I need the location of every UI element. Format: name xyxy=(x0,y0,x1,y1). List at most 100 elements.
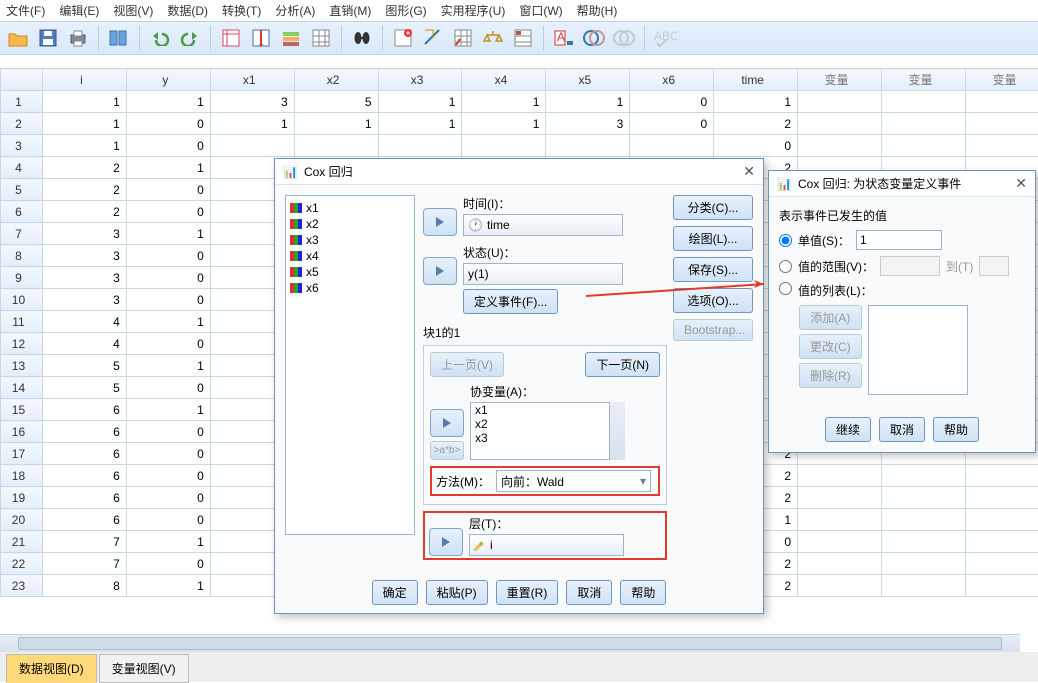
data-cell[interactable]: 5 xyxy=(42,377,126,399)
data-cell[interactable]: 1 xyxy=(42,91,126,113)
data-cell[interactable] xyxy=(294,135,378,157)
data-cell[interactable]: 0 xyxy=(630,91,714,113)
data-cell[interactable]: 3 xyxy=(42,289,126,311)
data-cell[interactable] xyxy=(798,531,882,553)
value-labels-icon[interactable] xyxy=(511,26,535,50)
sets-off-icon[interactable] xyxy=(612,26,636,50)
menu-utilities[interactable]: 实用程序(U) xyxy=(441,2,506,19)
row-header[interactable]: 6 xyxy=(1,201,43,223)
data-cell[interactable]: 1 xyxy=(42,135,126,157)
column-header[interactable]: y xyxy=(126,69,210,91)
data-cell[interactable]: 6 xyxy=(42,443,126,465)
variable-item[interactable]: x5 xyxy=(290,264,410,280)
data-cell[interactable]: 4 xyxy=(42,311,126,333)
column-header[interactable]: 变量 xyxy=(965,69,1038,91)
column-header[interactable]: time xyxy=(714,69,798,91)
data-cell[interactable]: 4 xyxy=(42,333,126,355)
status-field[interactable]: y(1) xyxy=(463,263,623,285)
ok-button[interactable]: 确定 xyxy=(372,580,418,605)
data-cell[interactable]: 1 xyxy=(126,91,210,113)
data-cell[interactable]: 0 xyxy=(126,245,210,267)
spellcheck-icon[interactable]: ABC xyxy=(653,26,677,50)
covariate-item[interactable]: x1 xyxy=(471,403,624,417)
print-icon[interactable] xyxy=(66,26,90,50)
strata-field[interactable]: i xyxy=(469,534,624,556)
row-header[interactable]: 20 xyxy=(1,509,43,531)
move-to-strata-button[interactable] xyxy=(429,528,463,556)
data-cell[interactable] xyxy=(882,465,966,487)
menu-transform[interactable]: 转换(T) xyxy=(222,2,261,19)
data-cell[interactable]: 0 xyxy=(630,113,714,135)
data-cell[interactable]: 5 xyxy=(294,91,378,113)
data-cell[interactable] xyxy=(882,91,966,113)
menu-data[interactable]: 数据(D) xyxy=(167,2,208,19)
data-cell[interactable] xyxy=(798,113,882,135)
cancel-button[interactable]: 取消 xyxy=(879,417,925,442)
row-header[interactable]: 10 xyxy=(1,289,43,311)
row-header[interactable]: 23 xyxy=(1,575,43,597)
data-cell[interactable]: 1 xyxy=(126,223,210,245)
move-to-status-button[interactable] xyxy=(423,257,457,285)
data-cell[interactable]: 0 xyxy=(714,135,798,157)
column-header[interactable]: 变量 xyxy=(798,69,882,91)
tab-data-view[interactable]: 数据视图(D) xyxy=(6,654,97,683)
data-cell[interactable]: 0 xyxy=(126,201,210,223)
data-cell[interactable]: 7 xyxy=(42,531,126,553)
data-cell[interactable]: 1 xyxy=(126,575,210,597)
open-icon[interactable] xyxy=(6,26,30,50)
data-cell[interactable]: 1 xyxy=(546,91,630,113)
data-cell[interactable]: 3 xyxy=(546,113,630,135)
data-cell[interactable] xyxy=(965,531,1038,553)
data-cell[interactable]: 0 xyxy=(126,289,210,311)
undo-icon[interactable] xyxy=(148,26,172,50)
data-cell[interactable]: 0 xyxy=(126,443,210,465)
row-header[interactable]: 4 xyxy=(1,157,43,179)
data-cell[interactable] xyxy=(798,91,882,113)
data-cell[interactable] xyxy=(965,509,1038,531)
data-cell[interactable]: 6 xyxy=(42,421,126,443)
save-button[interactable]: 保存(S)... xyxy=(673,257,753,282)
data-cell[interactable]: 1 xyxy=(42,113,126,135)
use-sets-icon[interactable]: A xyxy=(552,26,576,50)
data-cell[interactable]: 0 xyxy=(126,113,210,135)
menu-view[interactable]: 视图(V) xyxy=(113,2,153,19)
row-header[interactable]: 8 xyxy=(1,245,43,267)
data-cell[interactable]: 3 xyxy=(42,267,126,289)
data-cell[interactable]: 6 xyxy=(42,465,126,487)
save-icon[interactable] xyxy=(36,26,60,50)
data-cell[interactable]: 0 xyxy=(126,377,210,399)
move-to-covariates-button[interactable] xyxy=(430,409,464,437)
data-cell[interactable]: 0 xyxy=(126,553,210,575)
covariate-item[interactable]: x2 xyxy=(471,417,624,431)
data-cell[interactable] xyxy=(462,135,546,157)
row-header[interactable]: 5 xyxy=(1,179,43,201)
variable-item[interactable]: x6 xyxy=(290,280,410,296)
data-cell[interactable] xyxy=(965,91,1038,113)
row-header[interactable]: 9 xyxy=(1,267,43,289)
row-header[interactable]: 17 xyxy=(1,443,43,465)
data-cell[interactable]: 0 xyxy=(126,509,210,531)
data-cell[interactable] xyxy=(210,135,294,157)
data-cell[interactable] xyxy=(798,135,882,157)
data-cell[interactable]: 2 xyxy=(42,201,126,223)
column-header[interactable]: x3 xyxy=(378,69,462,91)
data-cell[interactable] xyxy=(965,465,1038,487)
data-cell[interactable]: 6 xyxy=(42,509,126,531)
goto-case-icon[interactable] xyxy=(219,26,243,50)
menu-edit[interactable]: 编辑(E) xyxy=(59,2,99,19)
close-icon[interactable]: ✕ xyxy=(1015,175,1027,192)
column-header[interactable]: x5 xyxy=(546,69,630,91)
next-block-button[interactable]: 下一页(N) xyxy=(585,352,660,377)
data-cell[interactable]: 1 xyxy=(462,113,546,135)
covariates-scrollbar[interactable] xyxy=(609,402,625,460)
data-cell[interactable]: 3 xyxy=(210,91,294,113)
data-cell[interactable] xyxy=(882,487,966,509)
help-button[interactable]: 帮助 xyxy=(620,580,666,605)
data-cell[interactable] xyxy=(965,553,1038,575)
variables-icon[interactable] xyxy=(279,26,303,50)
data-cell[interactable]: 1 xyxy=(126,355,210,377)
data-cell[interactable] xyxy=(882,113,966,135)
row-header[interactable]: 2 xyxy=(1,113,43,135)
data-cell[interactable]: 0 xyxy=(126,135,210,157)
column-header[interactable]: x6 xyxy=(630,69,714,91)
